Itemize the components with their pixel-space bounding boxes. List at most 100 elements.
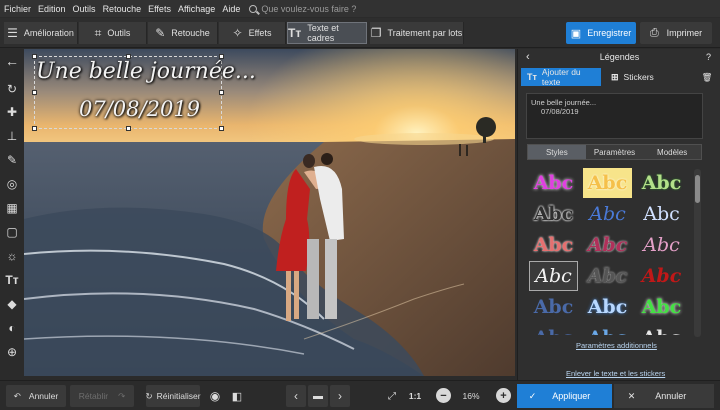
tab-stickers[interactable]: ⊞ Stickers bbox=[605, 68, 675, 86]
back-icon[interactable]: ‹ bbox=[526, 51, 530, 63]
tab-amelioration[interactable]: ☰ Amélioration bbox=[4, 22, 78, 44]
style-preset[interactable]: Abc bbox=[637, 323, 686, 335]
folder-icon: ▬ bbox=[313, 390, 323, 402]
reset-button[interactable]: ↻ Réinitialiser bbox=[145, 385, 201, 407]
style-preset[interactable]: Abc bbox=[583, 323, 632, 335]
fill-icon[interactable]: ◆ bbox=[3, 295, 21, 313]
style-preset[interactable]: Abc bbox=[529, 168, 578, 198]
caption-line-2[interactable]: 07/08/2019 bbox=[79, 97, 200, 121]
resize-handle[interactable] bbox=[32, 90, 37, 95]
caption-line-1[interactable]: Une belle journée... bbox=[36, 59, 256, 84]
gradient-icon[interactable]: ▦ bbox=[3, 199, 21, 217]
crosshair-icon[interactable]: ⊕ bbox=[3, 343, 21, 361]
style-preset[interactable]: Abc bbox=[637, 261, 686, 291]
tab-styles[interactable]: Styles bbox=[528, 145, 586, 159]
save-button[interactable]: ▣ Enregistrer bbox=[566, 22, 636, 44]
brush-icon[interactable]: ✎ bbox=[3, 151, 21, 169]
redo-button[interactable]: Rétablir ↷ bbox=[70, 385, 134, 407]
next-image-button[interactable]: › bbox=[330, 385, 350, 407]
vignette-icon[interactable]: ▢ bbox=[3, 223, 21, 241]
style-preset[interactable]: Abc bbox=[637, 230, 686, 260]
tab-outils[interactable]: ⌗ Outils bbox=[79, 22, 147, 44]
style-preset[interactable]: Abc bbox=[583, 168, 632, 198]
additional-settings-link[interactable]: Paramètres additionnels bbox=[576, 341, 657, 350]
zoom-in-icon[interactable]: + bbox=[496, 388, 511, 403]
zoom-out-icon[interactable]: − bbox=[436, 388, 451, 403]
folder-button[interactable]: ▬ bbox=[308, 385, 328, 407]
menu-retouche[interactable]: Retouche bbox=[103, 4, 142, 14]
radial-icon[interactable]: ◎ bbox=[3, 175, 21, 193]
photo-canvas[interactable]: Une belle journée... 07/08/2019 bbox=[24, 49, 515, 376]
print-button[interactable]: ⎙ Imprimer bbox=[640, 22, 712, 44]
text-icon[interactable]: Tт bbox=[3, 271, 21, 289]
undo-button[interactable]: ↶ Annuler bbox=[6, 385, 66, 407]
cancel-button[interactable]: ✕ Annuler bbox=[614, 384, 714, 408]
resize-handle[interactable] bbox=[126, 126, 131, 131]
help-icon[interactable]: ? bbox=[706, 52, 711, 62]
bottom-bar: ↶ Annuler Rétablir ↷ ↻ Réinitialiser ◉ ◧ ‹ … bbox=[0, 380, 720, 410]
style-preset[interactable]: Abc bbox=[637, 199, 686, 229]
style-preset[interactable]: Abc bbox=[529, 199, 578, 229]
tab-modeles[interactable]: Modèles bbox=[643, 145, 701, 159]
delete-button[interactable]: 🗑 bbox=[697, 68, 717, 86]
magic-wand-icon: ✧ bbox=[232, 26, 243, 40]
floppy-icon: ▣ bbox=[570, 27, 582, 40]
zoom-level: 16% bbox=[462, 391, 480, 401]
tab-texte-et-cadres[interactable]: Tт Texte et cadres bbox=[287, 22, 367, 44]
compare-icon[interactable]: ◧ bbox=[228, 385, 246, 407]
presets-scrollbar[interactable] bbox=[694, 169, 701, 337]
style-preset[interactable]: Abc bbox=[583, 199, 632, 229]
left-toolbar: ← ↻ ✚ ⊥ ✎ ◎ ▦ ▢ ☼ Tт ◆ ◐ ⊕ bbox=[0, 49, 24, 379]
panel-tabs: Tт Ajouter du texte ⊞ Stickers 🗑 bbox=[521, 67, 718, 87]
scrollbar-thumb[interactable] bbox=[695, 175, 700, 203]
rotate-icon[interactable]: ↻ bbox=[3, 80, 21, 98]
menu-effets[interactable]: Effets bbox=[148, 4, 171, 14]
style-preset[interactable]: Abc bbox=[529, 292, 578, 322]
tab-traitement-par-lots[interactable]: ❐ Traitement par lots bbox=[370, 22, 464, 44]
menu-fichier[interactable]: Fichier bbox=[4, 4, 31, 14]
style-preset[interactable]: Abc bbox=[529, 230, 578, 260]
tab-effets[interactable]: ✧ Effets bbox=[219, 22, 286, 44]
resize-handle[interactable] bbox=[32, 126, 37, 131]
search-box[interactable]: Que voulez-vous faire ? bbox=[249, 4, 356, 14]
healing-icon[interactable]: ✚ bbox=[3, 103, 21, 121]
menu-aide[interactable]: Aide bbox=[222, 4, 240, 14]
undo-icon: ↶ bbox=[13, 390, 21, 401]
apply-button[interactable]: ✓ Appliquer bbox=[517, 384, 612, 408]
printer-icon: ⎙ bbox=[649, 26, 659, 39]
sun-icon[interactable]: ☼ bbox=[3, 247, 21, 265]
tab-retouche[interactable]: ✎ Retouche bbox=[148, 22, 218, 44]
style-preset[interactable]: Abc bbox=[583, 292, 632, 322]
crop-icon: ⌗ bbox=[94, 25, 102, 40]
tab-label: Retouche bbox=[171, 28, 210, 38]
fit-screen-icon[interactable]: ⤢ bbox=[384, 385, 400, 407]
resize-handle[interactable] bbox=[219, 90, 224, 95]
tab-parametres[interactable]: Paramètres bbox=[586, 145, 644, 159]
style-preset-selected[interactable]: Abc bbox=[529, 261, 578, 291]
menu-outils[interactable]: Outils bbox=[73, 4, 96, 14]
search-placeholder[interactable]: Que voulez-vous faire ? bbox=[261, 4, 356, 14]
style-preset[interactable]: Abc bbox=[583, 261, 632, 291]
recolor-icon[interactable]: ◐ bbox=[3, 319, 21, 337]
reset-icon: ↻ bbox=[145, 390, 153, 401]
caption-text-field[interactable]: Une belle journée... 07/08/2019 bbox=[526, 93, 703, 139]
eye-icon[interactable]: ◉ bbox=[206, 385, 224, 407]
remove-text-stickers-link[interactable]: Enlever le texte et les stickers bbox=[566, 369, 665, 378]
style-preset[interactable]: Abc bbox=[637, 292, 686, 322]
style-segmented-control: Styles Paramètres Modèles bbox=[527, 144, 702, 160]
plus-box-icon: ⊞ bbox=[611, 71, 619, 82]
zoom-actual-size[interactable]: 1:1 bbox=[404, 385, 426, 407]
style-preset[interactable]: Abc bbox=[529, 323, 578, 335]
menu-affichage[interactable]: Affichage bbox=[178, 4, 215, 14]
menu-edition[interactable]: Edition bbox=[38, 4, 66, 14]
tab-label: Stickers bbox=[623, 72, 654, 82]
resize-handle[interactable] bbox=[219, 126, 224, 131]
back-arrow-icon[interactable]: ← bbox=[3, 52, 21, 70]
chevron-left-icon: ‹ bbox=[294, 389, 298, 403]
tab-add-text[interactable]: Tт Ajouter du texte bbox=[521, 67, 601, 87]
stamp-icon[interactable]: ⊥ bbox=[3, 127, 21, 145]
style-preset[interactable]: Abc bbox=[583, 230, 632, 260]
prev-image-button[interactable]: ‹ bbox=[286, 385, 306, 407]
style-preset[interactable]: Abc bbox=[637, 168, 686, 198]
chevron-right-icon: › bbox=[338, 389, 342, 403]
